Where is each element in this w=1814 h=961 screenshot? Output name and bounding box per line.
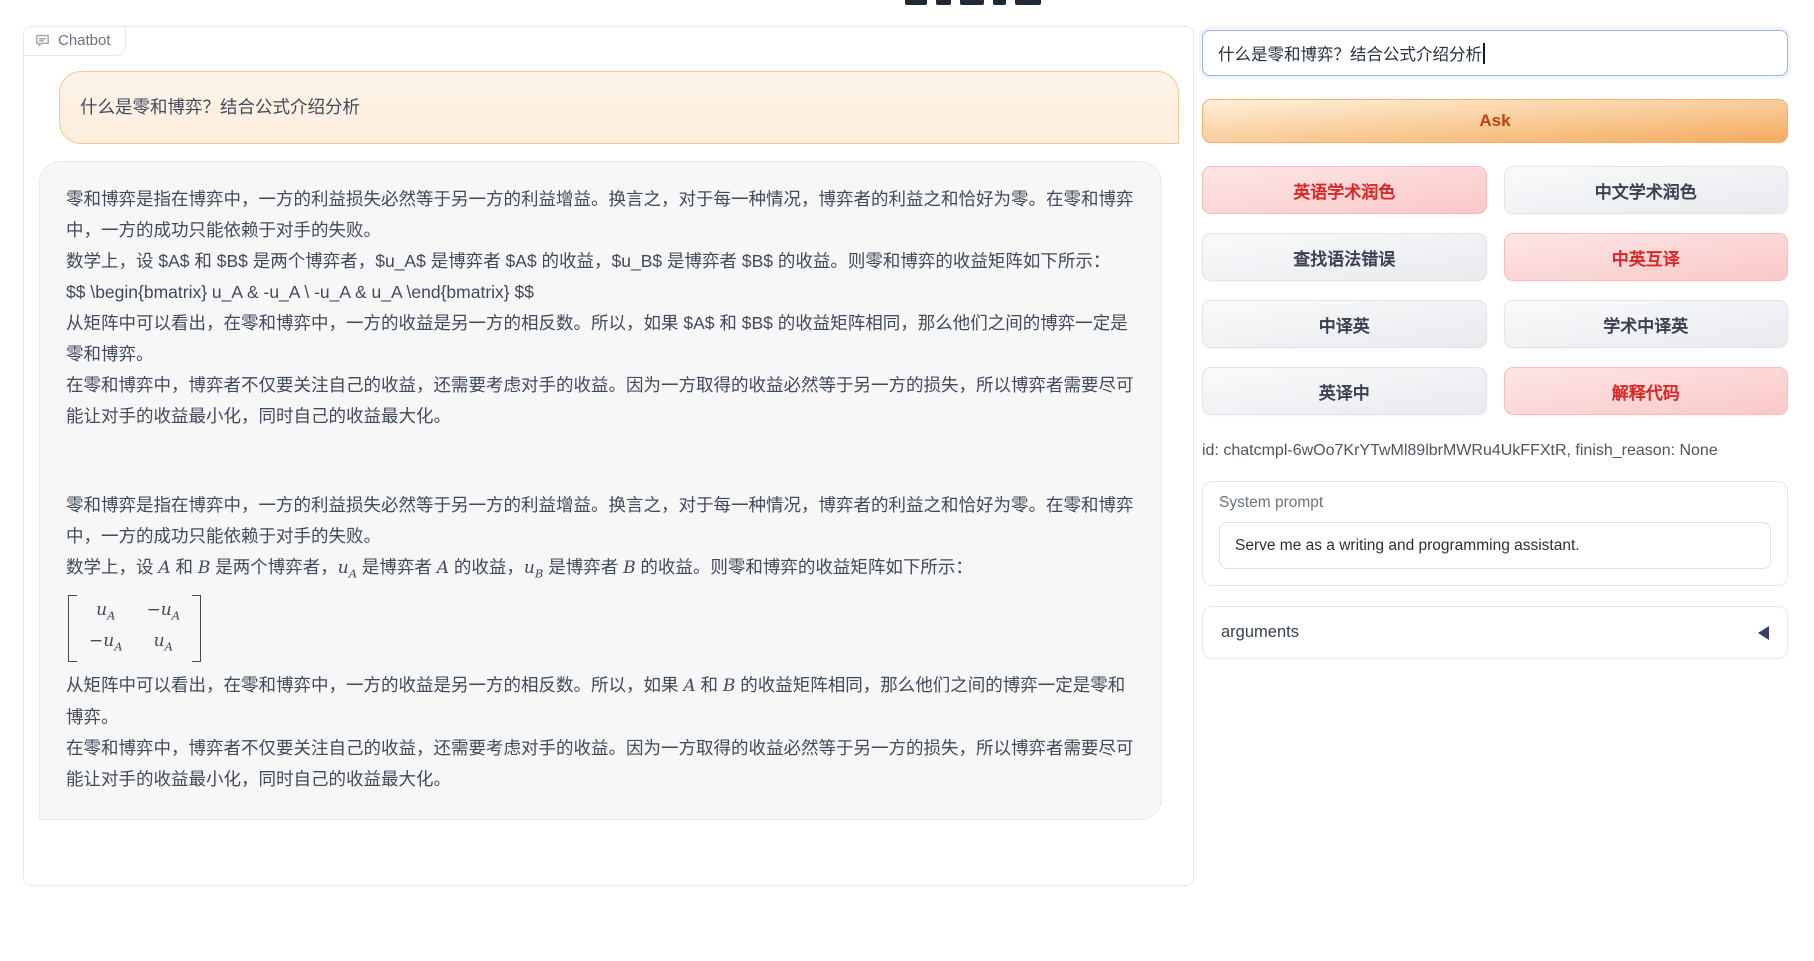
text-cursor — [1483, 43, 1485, 64]
explain-code-button[interactable]: 解释代码 — [1504, 367, 1789, 415]
bot-raw-latex-line: $$ \begin{bmatrix} u_A & -u_A \ -u_A & u… — [66, 277, 1135, 308]
bot-rendered-paragraph-1: 零和博弈是指在博弈中，一方的利益损失必然等于另一方的利益增益。换言之，对于每一种… — [66, 490, 1135, 552]
bot-rendered-paragraph-4: 在零和博弈中，博弈者不仅要关注自己的收益，还需要考虑对手的收益。因为一方取得的收… — [66, 733, 1135, 795]
matrix-left-bracket — [68, 595, 77, 662]
matrix-right-bracket — [192, 595, 201, 662]
explain-code-button-label: 解释代码 — [1612, 379, 1680, 404]
question-input[interactable]: 什么是零和博弈？结合公式介绍分析 — [1202, 30, 1788, 76]
arguments-accordion-header[interactable]: arguments — [1202, 606, 1788, 659]
bot-raw-paragraph-2: 数学上，设 $A$ 和 $B$ 是两个博弈者，$u_A$ 是博弈者 $A$ 的收… — [66, 246, 1135, 277]
matrix-cell: −uA — [89, 629, 123, 659]
zh-en-mutual-translate-button-label: 中英互译 — [1612, 245, 1680, 270]
system-prompt-label: System prompt — [1219, 494, 1771, 512]
find-grammar-errors-button-label: 查找语法错误 — [1293, 245, 1395, 270]
bot-raw-paragraph-3: 从矩阵中可以看出，在零和博弈中，一方的收益是另一方的相反数。所以，如果 $A$ … — [66, 308, 1135, 370]
payoff-matrix-inner: uA−uA−uAuA — [68, 595, 201, 662]
find-grammar-errors-button[interactable]: 查找语法错误 — [1202, 233, 1487, 281]
matrix-cells: uA−uA−uAuA — [77, 595, 192, 662]
ask-button[interactable]: Ask — [1202, 99, 1788, 143]
zh-academic-polish-button-label: 中文学术润色 — [1595, 178, 1697, 203]
en-academic-polish-button-label: 英语学术润色 — [1293, 178, 1395, 203]
system-prompt-block: System prompt Serve me as a writing and … — [1202, 481, 1788, 586]
chatbot-panel: Chatbot 什么是零和博弈？结合公式介绍分析 零和博弈是指在博弈中，一方的利… — [23, 26, 1194, 886]
en-to-zh-button-label: 英译中 — [1319, 379, 1370, 404]
academic-zh-to-en-button-label: 学术中译英 — [1603, 312, 1688, 337]
en-academic-polish-button[interactable]: 英语学术润色 — [1202, 166, 1487, 214]
chat-bubble-icon — [34, 32, 51, 49]
zh-academic-polish-button[interactable]: 中文学术润色 — [1504, 166, 1789, 214]
en-to-zh-button[interactable]: 英译中 — [1202, 367, 1487, 415]
bot-rendered-paragraph-2: 数学上，设 A 和 B 是两个博弈者，uA 是博弈者 A 的收益，uB 是博弈者… — [66, 552, 1135, 589]
arguments-accordion-label: arguments — [1221, 623, 1299, 642]
bot-rendered-paragraph-3: 从矩阵中可以看出，在零和博弈中，一方的收益是另一方的相反数。所以，如果 A 和 … — [66, 670, 1135, 733]
zh-to-en-button-label: 中译英 — [1319, 312, 1370, 337]
clipped-page-title — [905, 0, 1041, 6]
system-prompt-value: Serve me as a writing and programming as… — [1235, 537, 1580, 555]
function-button-grid: 英语学术润色 中文学术润色查找语法错误 中英互译中译英 学术中译英英译中 解释代码 — [1202, 166, 1788, 415]
controls-column: 什么是零和博弈？结合公式介绍分析 Ask 英语学术润色中文学术润色查找语法错误中… — [1202, 30, 1788, 659]
chatbot-panel-label-text: Chatbot — [58, 32, 111, 49]
ask-button-label: Ask — [1479, 111, 1510, 131]
question-input-value: 什么是零和博弈？结合公式介绍分析 — [1218, 41, 1482, 65]
accordion-collapsed-triangle-icon — [1758, 626, 1769, 640]
system-prompt-input[interactable]: Serve me as a writing and programming as… — [1219, 522, 1771, 569]
user-message-bubble: 什么是零和博弈？结合公式介绍分析 — [59, 71, 1179, 144]
bot-raw-paragraph-1: 零和博弈是指在博弈中，一方的利益损失必然等于另一方的利益增益。换言之，对于每一种… — [66, 184, 1135, 246]
zh-to-en-button[interactable]: 中译英 — [1202, 300, 1487, 348]
bot-message-bubble: 零和博弈是指在博弈中，一方的利益损失必然等于另一方的利益增益。换言之，对于每一种… — [39, 161, 1162, 820]
app-window: Chatbot 什么是零和博弈？结合公式介绍分析 零和博弈是指在博弈中，一方的利… — [0, 0, 1814, 961]
bot-message-gap — [66, 432, 1135, 490]
bot-raw-paragraph-4: 在零和博弈中，博弈者不仅要关注自己的收益，还需要考虑对手的收益。因为一方取得的收… — [66, 370, 1135, 432]
payoff-matrix: uA−uA−uAuA — [66, 589, 1135, 670]
matrix-cell: −uA — [147, 598, 181, 628]
zh-en-mutual-translate-button[interactable]: 中英互译 — [1504, 233, 1789, 281]
chatbot-panel-label: Chatbot — [24, 27, 126, 56]
chat-message-list: 什么是零和博弈？结合公式介绍分析 零和博弈是指在博弈中，一方的利益损失必然等于另… — [24, 27, 1193, 820]
matrix-cell: uA — [147, 629, 181, 659]
matrix-cell: uA — [89, 598, 123, 628]
academic-zh-to-en-button[interactable]: 学术中译英 — [1504, 300, 1789, 348]
user-message-text: 什么是零和博弈？结合公式介绍分析 — [80, 97, 360, 117]
completion-status-line: id: chatcmpl-6wOo7KrYTwMl89lbrMWRu4UkFFX… — [1202, 442, 1788, 460]
